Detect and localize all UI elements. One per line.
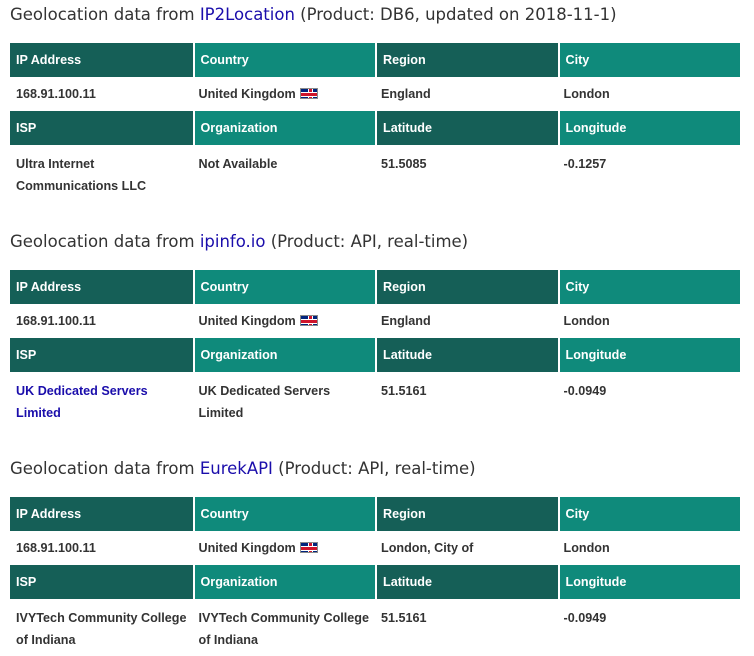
- country-cell: United Kingdom: [193, 531, 376, 565]
- city-value: London: [563, 87, 610, 101]
- region-value: London, City of: [381, 541, 474, 555]
- header-organization: Organization: [192, 565, 375, 599]
- city-value: London: [563, 314, 610, 328]
- header-city: City: [557, 270, 740, 304]
- provider-link-eurekapi[interactable]: EurekAPI: [200, 459, 273, 478]
- header-ip-address: IP Address: [10, 497, 193, 531]
- header-longitude: Longitude: [557, 338, 740, 372]
- country-cell: United Kingdom: [193, 77, 376, 111]
- geolocation-table: IP Address Country Region City 168.91.10…: [10, 497, 740, 656]
- header-organization: Organization: [192, 338, 375, 372]
- ip-address-value: 168.91.100.11: [16, 314, 96, 328]
- header-isp: ISP: [10, 338, 193, 372]
- header-country: Country: [192, 43, 375, 77]
- header-latitude: Latitude: [375, 565, 558, 599]
- header-country: Country: [192, 497, 375, 531]
- isp-link[interactable]: UK Dedicated Servers Limited: [16, 384, 148, 420]
- organization-value: UK Dedicated Servers Limited: [198, 384, 331, 420]
- heading-suffix: (Product: API, real-time): [272, 459, 476, 478]
- header-row: ISP Organization Latitude Longitude: [10, 338, 740, 372]
- header-country: Country: [192, 270, 375, 304]
- header-isp: ISP: [10, 565, 193, 599]
- provider-link-ipinfo[interactable]: ipinfo.io: [200, 232, 266, 251]
- value-row: IVYTech Community College of Indiana IVY…: [10, 599, 740, 656]
- uk-flag-icon: [299, 542, 318, 553]
- header-latitude: Latitude: [375, 111, 558, 145]
- region-value: England: [381, 314, 431, 328]
- header-longitude: Longitude: [557, 111, 740, 145]
- uk-flag-icon: [299, 315, 318, 326]
- provider-link-ip2location[interactable]: IP2Location: [200, 5, 295, 24]
- country-value: United Kingdom: [198, 87, 296, 101]
- region-value: England: [381, 87, 431, 101]
- header-longitude: Longitude: [557, 565, 740, 599]
- isp-value: IVYTech Community College of Indiana: [16, 611, 187, 647]
- header-organization: Organization: [192, 111, 375, 145]
- heading-suffix: (Product: API, real-time): [265, 232, 469, 251]
- latitude-value: 51.5085: [381, 157, 427, 171]
- header-row: ISP Organization Latitude Longitude: [10, 565, 740, 599]
- organization-value: Not Available: [198, 157, 278, 171]
- header-isp: ISP: [10, 111, 193, 145]
- latitude-value: 51.5161: [381, 384, 427, 398]
- header-latitude: Latitude: [375, 338, 558, 372]
- header-region: Region: [375, 497, 558, 531]
- header-row: IP Address Country Region City: [10, 497, 740, 531]
- value-row: UK Dedicated Servers Limited UK Dedicate…: [10, 372, 740, 429]
- heading-prefix: Geolocation data from: [10, 5, 200, 24]
- value-row: 168.91.100.11 United Kingdom London, Cit…: [10, 531, 740, 565]
- geolocation-table: IP Address Country Region City 168.91.10…: [10, 43, 740, 202]
- header-region: Region: [375, 43, 558, 77]
- country-value: United Kingdom: [198, 314, 296, 328]
- header-row: IP Address Country Region City: [10, 43, 740, 77]
- country-cell: United Kingdom: [193, 304, 376, 338]
- value-row: 168.91.100.11 United Kingdom England Lon…: [10, 304, 740, 338]
- isp-cell: UK Dedicated Servers Limited: [10, 372, 193, 429]
- heading-prefix: Geolocation data from: [10, 232, 200, 251]
- longitude-value: -0.0949: [563, 611, 607, 625]
- header-ip-address: IP Address: [10, 43, 193, 77]
- heading-prefix: Geolocation data from: [10, 459, 200, 478]
- uk-flag-icon: [299, 88, 318, 99]
- header-row: IP Address Country Region City: [10, 270, 740, 304]
- heading-suffix: (Product: DB6, updated on 2018-11-1): [294, 5, 617, 24]
- geolocation-table: IP Address Country Region City 168.91.10…: [10, 270, 740, 429]
- header-city: City: [557, 43, 740, 77]
- value-row: Ultra Internet Communications LLC Not Av…: [10, 145, 740, 202]
- header-city: City: [557, 497, 740, 531]
- ip-address-value: 168.91.100.11: [16, 87, 96, 101]
- section-heading: Geolocation data from IP2Location (Produ…: [10, 3, 617, 27]
- organization-value: IVYTech Community College of Indiana: [198, 611, 370, 647]
- ip-address-value: 168.91.100.11: [16, 541, 96, 555]
- section-heading: Geolocation data from EurekAPI (Product:…: [10, 457, 476, 481]
- section-heading: Geolocation data from ipinfo.io (Product…: [10, 230, 468, 254]
- header-region: Region: [375, 270, 558, 304]
- header-ip-address: IP Address: [10, 270, 193, 304]
- latitude-value: 51.5161: [381, 611, 427, 625]
- longitude-value: -0.0949: [563, 384, 607, 398]
- longitude-value: -0.1257: [563, 157, 607, 171]
- country-value: United Kingdom: [198, 541, 296, 555]
- header-row: ISP Organization Latitude Longitude: [10, 111, 740, 145]
- isp-value: Ultra Internet Communications LLC: [16, 157, 147, 193]
- value-row: 168.91.100.11 United Kingdom England Lon…: [10, 77, 740, 111]
- city-value: London: [563, 541, 610, 555]
